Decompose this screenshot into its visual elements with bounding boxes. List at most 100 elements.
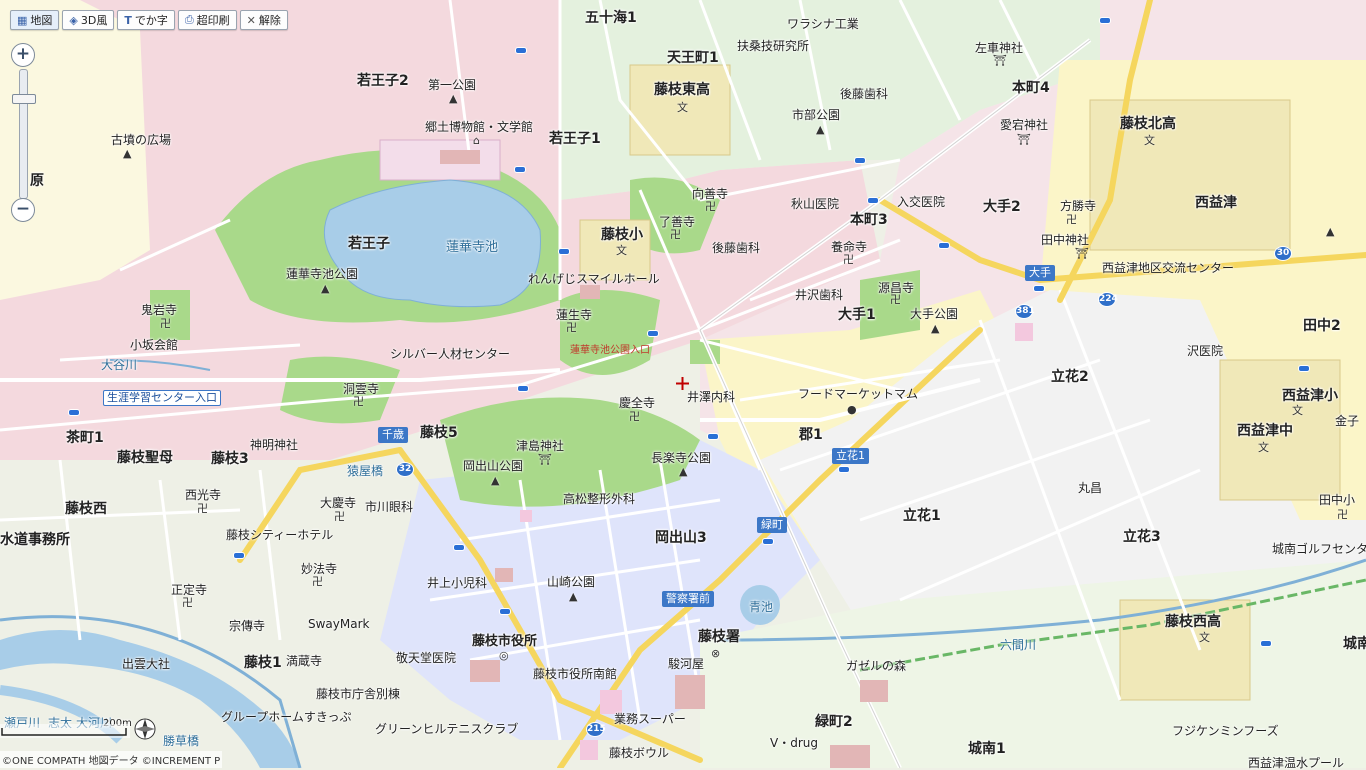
bus-stop-marker[interactable] xyxy=(838,466,850,473)
poi-label[interactable]: 井沢歯科 xyxy=(795,289,843,301)
poi-label[interactable]: 出雲大社 xyxy=(122,658,170,670)
poi-label[interactable]: 西光寺 xyxy=(185,489,221,501)
poi-label[interactable]: 妙法寺 xyxy=(301,563,337,575)
poi-label[interactable]: 鬼岩寺 xyxy=(141,304,177,316)
poi-label[interactable]: V・drug xyxy=(770,737,818,749)
poi-label[interactable]: 左車神社 xyxy=(975,42,1023,54)
bus-stop-marker[interactable] xyxy=(707,433,719,440)
poi-label[interactable]: 慶全寺 xyxy=(619,397,655,409)
zoom-slider-handle[interactable] xyxy=(12,94,36,104)
bus-stop-marker[interactable] xyxy=(233,552,245,559)
bus-stop-marker[interactable] xyxy=(1033,285,1045,292)
poi-label[interactable]: 養命寺 xyxy=(831,241,867,253)
3d-view-button[interactable]: ◈ 3D風 xyxy=(62,10,115,30)
poi-label[interactable]: 市川眼科 xyxy=(365,501,413,513)
poi-label[interactable]: 蓮華寺池公園 xyxy=(286,268,358,280)
poi-label[interactable]: 業務スーパー xyxy=(614,713,686,725)
poi-label[interactable]: シルバー人材センター xyxy=(390,348,510,360)
bus-stop-marker[interactable] xyxy=(762,538,774,545)
poi-label[interactable]: 満蔵寺 xyxy=(286,655,322,667)
bus-stop-sign[interactable]: 緑町 xyxy=(757,517,787,534)
poi-label[interactable]: 小坂会館 xyxy=(130,339,178,351)
poi-label[interactable]: 入交医院 xyxy=(897,196,945,208)
clear-button[interactable]: ✕ 解除 xyxy=(239,10,288,30)
compass-icon[interactable] xyxy=(133,717,157,741)
poi-label[interactable]: 大手公園 xyxy=(910,308,958,320)
bus-stop-label[interactable]: 生涯学習センター入口 xyxy=(103,390,221,407)
poi-label[interactable]: 津島神社 xyxy=(516,440,564,452)
poi-label[interactable]: 藤枝市役所 xyxy=(472,635,537,648)
bus-stop-marker[interactable] xyxy=(68,409,80,416)
zoom-out-button[interactable]: − xyxy=(11,198,35,222)
poi-label[interactable]: 城南ゴルフセンター xyxy=(1272,543,1366,555)
poi-label[interactable]: フジケンミンフーズ xyxy=(1172,725,1279,737)
poi-label[interactable]: 第一公園 xyxy=(428,79,476,91)
poi-label[interactable]: 西益津温水プール xyxy=(1248,757,1344,769)
bus-stop-marker[interactable] xyxy=(517,385,529,392)
poi-label[interactable]: 向善寺 xyxy=(692,188,728,200)
poi-label[interactable]: SwayMark xyxy=(308,618,369,630)
poi-label[interactable]: 後藤歯科 xyxy=(712,242,760,254)
poi-label[interactable]: 古墳の広場 xyxy=(111,134,171,146)
bus-stop-marker[interactable] xyxy=(867,197,879,204)
poi-label[interactable]: れんげじスマイルホール xyxy=(528,273,660,285)
poi-label[interactable]: 郷土博物館・文学館 xyxy=(425,121,533,133)
bus-stop-marker[interactable] xyxy=(1298,365,1310,372)
print-button[interactable]: ⎙ 超印刷 xyxy=(177,10,237,30)
bus-stop-marker[interactable] xyxy=(514,166,526,173)
poi-label[interactable]: 藤枝市庁舎別棟 xyxy=(316,688,400,700)
poi-label[interactable]: ガゼルの森 xyxy=(846,660,906,672)
poi-label[interactable]: 沢医院 xyxy=(1187,345,1223,357)
bus-stop-marker[interactable] xyxy=(453,544,465,551)
bus-stop-marker[interactable] xyxy=(515,47,527,54)
poi-label[interactable]: 大慶寺 xyxy=(320,497,356,509)
bus-stop-sign[interactable]: 千歳 xyxy=(378,427,408,444)
poi-label[interactable]: 愛宕神社 xyxy=(1000,119,1048,131)
zoom-track[interactable] xyxy=(19,69,28,199)
bus-stop-marker[interactable] xyxy=(1260,640,1272,647)
bus-stop-sign[interactable]: 大手 xyxy=(1025,265,1055,282)
poi-label[interactable]: 了善寺 xyxy=(659,216,695,228)
poi-label[interactable]: 扶桑技研究所 xyxy=(737,40,809,52)
poi-label[interactable]: 丸昌 xyxy=(1078,482,1102,494)
poi-label[interactable]: 藤枝市役所南館 xyxy=(533,668,617,680)
poi-label[interactable]: 市部公園 xyxy=(792,109,840,121)
bus-stop-marker[interactable] xyxy=(647,330,659,337)
poi-label[interactable]: 藤枝ボウル xyxy=(609,747,669,759)
poi-label[interactable]: 山崎公園 xyxy=(547,576,595,588)
large-text-button[interactable]: T でか字 xyxy=(117,10,175,30)
poi-label[interactable]: 岡出山公園 xyxy=(463,460,523,472)
poi-label[interactable]: 秋山医院 xyxy=(791,198,839,210)
bus-stop-marker[interactable] xyxy=(854,157,866,164)
poi-label[interactable]: 洞雲寺 xyxy=(343,383,379,395)
poi-label[interactable]: 後藤歯科 xyxy=(840,88,888,100)
poi-label[interactable]: 宗傳寺 xyxy=(229,620,265,632)
bus-stop-sign[interactable]: 立花1 xyxy=(832,448,869,465)
bus-stop-sign[interactable]: 警察署前 xyxy=(662,591,714,608)
bus-stop-marker[interactable] xyxy=(558,248,570,255)
poi-label[interactable]: 神明神社 xyxy=(250,439,298,451)
bus-stop-marker[interactable] xyxy=(1099,17,1111,24)
poi-label[interactable]: 方勝寺 xyxy=(1060,200,1096,212)
poi-label[interactable]: 蓮生寺 xyxy=(556,309,592,321)
poi-label[interactable]: 正定寺 xyxy=(171,584,207,596)
poi-label[interactable]: 敬天堂医院 xyxy=(396,652,456,664)
zoom-in-button[interactable]: + xyxy=(11,43,35,67)
poi-label[interactable]: 西益津地区交流センター xyxy=(1102,262,1234,274)
poi-label[interactable]: 田中神社 xyxy=(1041,234,1089,246)
bus-stop-marker[interactable] xyxy=(499,608,511,615)
poi-label[interactable]: グリーンヒルテニスクラブ xyxy=(375,723,518,735)
poi-label[interactable]: 井澤内科 xyxy=(687,391,735,403)
poi-label[interactable]: 駿河屋 xyxy=(668,658,704,670)
poi-label[interactable]: 高松整形外科 xyxy=(563,493,635,505)
poi-label[interactable]: フードマーケットマム xyxy=(798,388,918,400)
map-view-button[interactable]: ▦ 地図 xyxy=(10,10,60,30)
poi-label[interactable]: 井上小児科 xyxy=(427,577,487,589)
poi-label[interactable]: ワラシナ工業 xyxy=(787,18,859,30)
poi-label[interactable]: 長楽寺公園 xyxy=(651,452,711,464)
poi-label[interactable]: 藤枝シティーホテル xyxy=(226,529,333,541)
bus-stop-marker[interactable] xyxy=(938,242,950,249)
poi-label[interactable]: グループホームすきっぷ xyxy=(221,711,351,723)
poi-label[interactable]: 田中小 xyxy=(1319,494,1355,506)
bus-stop-sign[interactable]: 蓮華寺池公園入口 xyxy=(567,344,653,357)
